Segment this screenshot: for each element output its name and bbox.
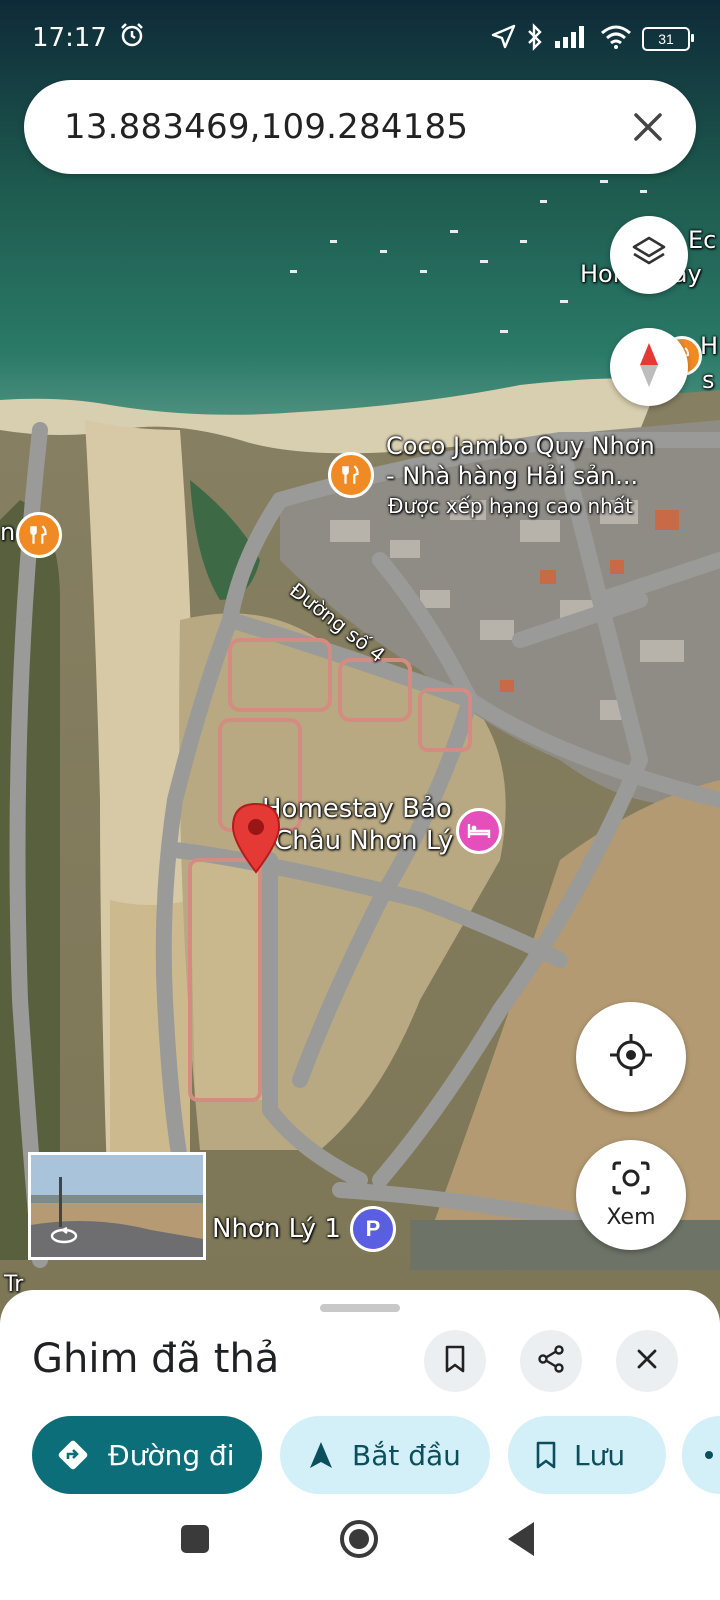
hotel-poi-icon[interactable] (456, 808, 502, 854)
view-label: Xem (606, 1205, 656, 1230)
lens-view-button[interactable]: Xem (576, 1140, 686, 1250)
more-icon (704, 1450, 714, 1460)
homestay-name-line1[interactable]: Homestay Bảo (262, 794, 452, 824)
coco-jambo-rating: Được xếp hạng cao nhất (388, 494, 633, 518)
back-button[interactable] (504, 1520, 538, 1558)
location-arrow-icon (490, 24, 516, 55)
restaurant-poi-icon[interactable] (16, 512, 62, 558)
dropped-pin-icon[interactable] (230, 802, 282, 874)
layers-icon (630, 234, 668, 277)
bookmark-icon (534, 1440, 558, 1470)
drag-handle[interactable] (320, 1304, 400, 1312)
battery-indicator: 31 (642, 27, 694, 51)
camera-scan-icon (611, 1160, 651, 1201)
status-time: 17:17 (32, 22, 145, 55)
directions-label: Đường đi (108, 1438, 235, 1472)
directions-button[interactable]: Đường đi (32, 1416, 262, 1494)
compass-button[interactable] (610, 328, 688, 406)
coco-jambo-name-line2[interactable]: - Nhà hàng Hải sản... (386, 462, 638, 490)
bluetooth-icon (526, 22, 544, 56)
recent-apps-button[interactable] (178, 1522, 212, 1556)
close-icon[interactable] (628, 107, 668, 147)
my-location-button[interactable] (576, 1002, 686, 1112)
save-label: Lưu (574, 1438, 626, 1472)
save-button[interactable]: Lưu (508, 1416, 666, 1494)
navigation-arrow-icon (308, 1440, 334, 1470)
save-bookmark-button[interactable] (424, 1330, 486, 1392)
street-view-thumbnail[interactable] (28, 1152, 206, 1260)
search-input[interactable]: 13.883469,109.284185 (64, 80, 468, 174)
close-icon (635, 1347, 659, 1376)
layers-button[interactable] (610, 216, 688, 294)
map-label-right-h: H (700, 332, 719, 360)
restaurant-poi-icon[interactable] (328, 452, 374, 498)
crosshair-icon (607, 1031, 655, 1084)
compass-icon (634, 341, 664, 394)
rotate-360-icon (49, 1225, 79, 1252)
directions-icon (56, 1438, 90, 1472)
map-label-ec: Ec (688, 226, 717, 254)
place-title: Ghim đã thả (32, 1336, 280, 1382)
system-navigation-bar (0, 1500, 720, 1600)
signal-icon (554, 25, 590, 54)
parking-poi-icon[interactable]: P (350, 1206, 396, 1252)
coco-jambo-name-line1[interactable]: Coco Jambo Quy Nhơn (386, 432, 655, 460)
wifi-icon (600, 24, 632, 55)
search-bar[interactable]: 13.883469,109.284185 (24, 80, 696, 174)
map-label-left-edge: n (0, 518, 16, 546)
status-icons: 31 (490, 22, 694, 56)
parking-label[interactable]: Nhơn Lý 1 (212, 1214, 341, 1244)
map-label-right-s: s (702, 366, 715, 394)
start-button[interactable]: Bắt đầu (280, 1416, 490, 1494)
alarm-icon (119, 22, 145, 55)
close-sheet-button[interactable] (616, 1330, 678, 1392)
share-icon (536, 1344, 566, 1379)
homestay-name-line2[interactable]: Châu Nhơn Lý (274, 826, 453, 856)
share-button[interactable] (520, 1330, 582, 1392)
status-bar: 17:17 31 (0, 0, 720, 76)
home-button[interactable] (338, 1518, 380, 1560)
start-label: Bắt đầu (352, 1438, 461, 1472)
bookmark-icon (443, 1344, 467, 1379)
more-actions-chip[interactable] (682, 1416, 720, 1494)
